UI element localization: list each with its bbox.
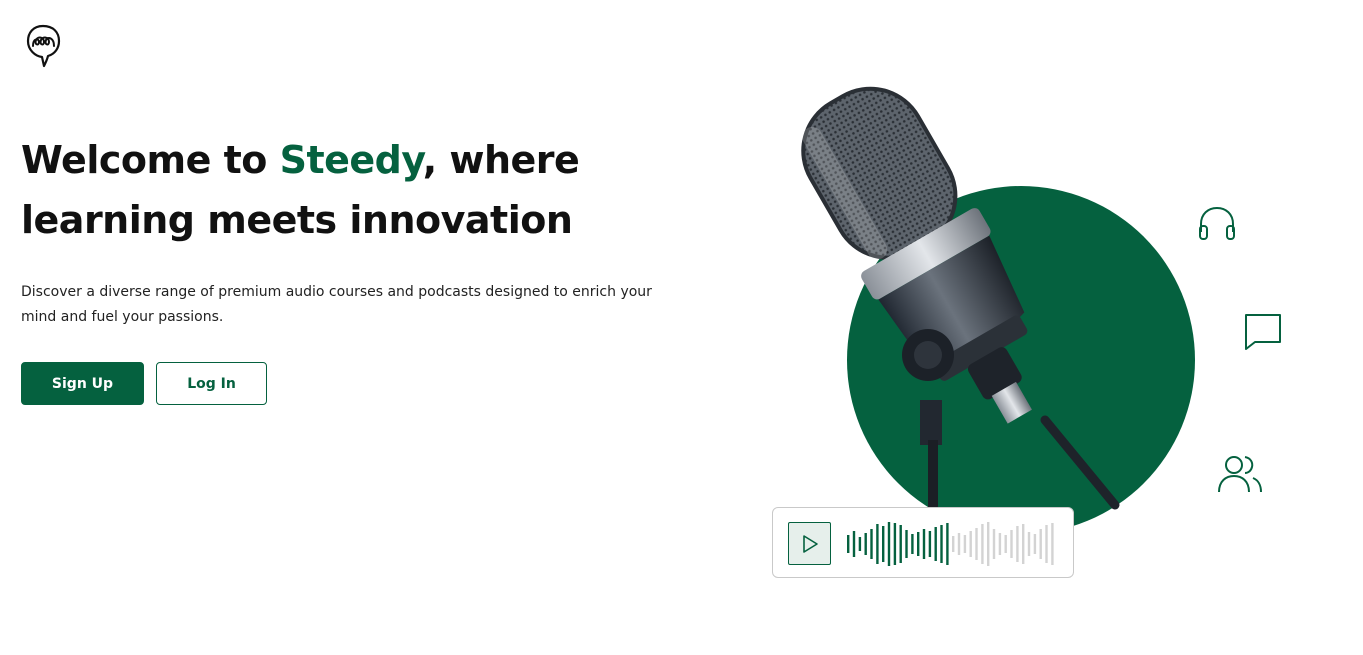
waveform-bar (981, 524, 984, 564)
waveform-bar (858, 537, 862, 551)
waveform-bar (957, 533, 961, 555)
logo[interactable] (25, 22, 63, 70)
waveform-bar (1022, 524, 1025, 564)
waveform-bar (946, 523, 949, 565)
audio-player[interactable] (772, 507, 1074, 578)
headphones-icon (1199, 206, 1235, 240)
waveform-bar (975, 528, 978, 560)
users-icon (1218, 456, 1262, 493)
waveform-bar (852, 531, 856, 557)
waveform-bar (1004, 535, 1007, 553)
waveform-bar (905, 530, 908, 558)
log-in-button[interactable]: Log In (156, 362, 267, 405)
waveform-bar (911, 534, 914, 554)
waveform-bar (969, 531, 972, 557)
waveform-bar (876, 524, 879, 564)
waveform-bar (917, 532, 920, 556)
waveform-bar (998, 533, 1002, 555)
headline-brand: Steedy (279, 138, 424, 182)
chat-bubble-icon (1245, 314, 1281, 350)
audio-waveform[interactable] (846, 521, 1056, 567)
waveform-bar (1045, 525, 1048, 563)
waveform-bar (928, 531, 932, 557)
waveform-bar (963, 535, 967, 553)
waveform-bar (940, 525, 943, 563)
waveform-bar (1051, 523, 1054, 565)
hero-description: Discover a diverse range of premium audi… (21, 284, 652, 325)
waveform-bar (882, 526, 885, 562)
waveform-bar (1010, 530, 1013, 558)
speech-bubble-loop-icon (26, 24, 61, 68)
waveform-bar (899, 525, 902, 563)
waveform-bar (934, 527, 937, 561)
waveform-bar (922, 529, 926, 559)
headline-intro: Welcome to (21, 138, 280, 182)
waveform-bar (952, 536, 955, 552)
waveform-bar (1016, 526, 1019, 562)
waveform-bar (1027, 532, 1031, 556)
waveform-bar (1033, 534, 1037, 554)
waveform-bar (887, 522, 891, 566)
sign-up-button[interactable]: Sign Up (21, 362, 144, 405)
hero-headline: Welcome to Steedy, where learning meets … (21, 130, 701, 250)
waveform-bar (1039, 529, 1042, 559)
waveform-bar (893, 523, 897, 565)
waveform-bar (987, 522, 990, 566)
play-button[interactable] (788, 522, 831, 565)
waveform-bar (847, 535, 850, 553)
waveform-bar (870, 529, 873, 559)
play-icon (802, 534, 818, 553)
waveform-bar (864, 533, 867, 555)
waveform-bar (992, 529, 996, 559)
